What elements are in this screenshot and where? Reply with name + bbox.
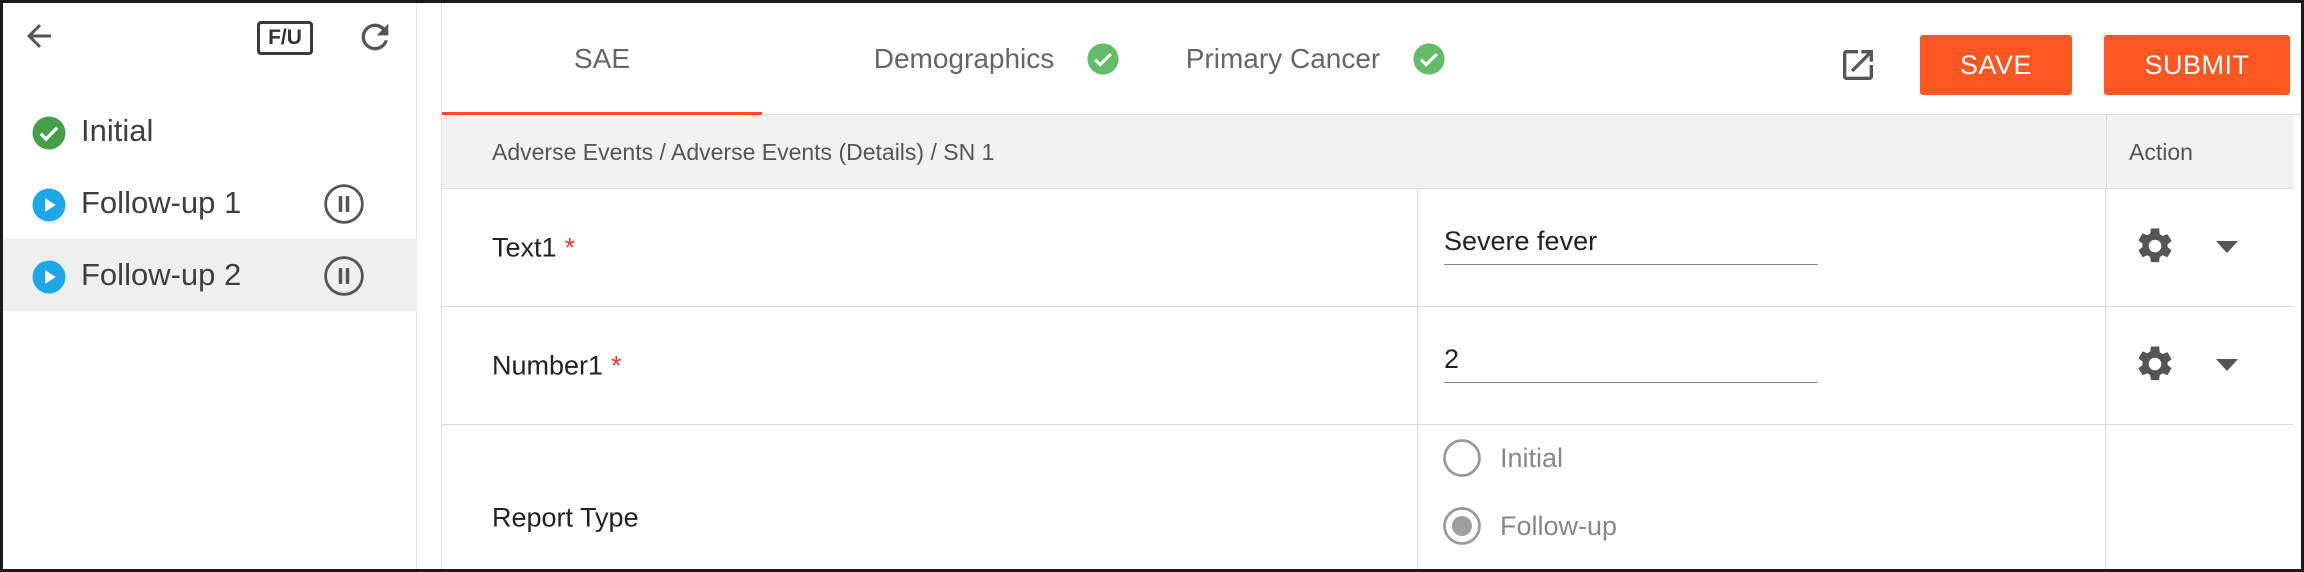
field-label-cell: Number1 * [442,307,1418,424]
field-value-cell: Initial Follow-up [1418,425,2106,569]
table-row: Report Type Initial Follow-up [442,425,2294,569]
tab-demographics[interactable]: Demographics [822,3,1172,115]
field-label: Text1 * [492,232,575,263]
radio-option-initial[interactable]: Initial [1442,437,1563,479]
pause-circle-icon[interactable] [323,183,365,225]
tab-primary-cancer[interactable]: Primary Cancer [1136,3,1496,115]
field-label-cell: Report Type [442,425,1418,569]
sidebar-toolbar: F/U [3,3,417,75]
radio-label: Follow-up [1500,510,1618,541]
tab-sae[interactable]: SAE [442,3,762,116]
check-circle-icon [1087,43,1119,75]
gear-icon[interactable] [2134,343,2176,385]
sidebar-item-follow-up-1[interactable]: Follow-up 1 [3,167,417,239]
radio-checked-icon[interactable] [1442,506,1482,546]
sidebar-item-label: Initial [81,113,154,148]
field-label-text: Number1 [492,350,604,380]
action-column-header: Action [2106,115,2294,189]
play-circle-icon [32,188,66,222]
required-marker: * [564,232,576,262]
sidebar-item-follow-up-2[interactable]: Follow-up 2 [3,239,417,311]
table-row: Number1 * [442,307,2294,425]
text1-input[interactable] [1444,219,1818,265]
sidebar-item-label: Follow-up 2 [81,257,242,292]
main-panel: SAE Demographics Primary Cancer SAVE SUB… [441,3,2301,569]
radio-unchecked-icon[interactable] [1442,438,1482,478]
field-value-cell [1418,189,2106,306]
tab-label: SAE [573,43,631,74]
row-actions [2106,189,2294,306]
save-button[interactable]: SAVE [1920,35,2072,95]
gear-icon[interactable] [2134,225,2176,267]
field-label: Number1 * [492,350,622,381]
field-value-cell [1418,307,2106,424]
tab-label: Demographics [873,43,1055,74]
row-actions [2106,307,2294,424]
caret-down-icon[interactable] [2216,241,2238,253]
tab-label: Primary Cancer [1185,43,1381,74]
caret-down-icon[interactable] [2216,359,2238,371]
field-label-cell: Text1 * [442,189,1418,306]
number1-input[interactable] [1444,337,1818,383]
pause-circle-icon[interactable] [323,255,365,297]
row-actions [2106,425,2294,569]
field-label: Report Type [492,502,639,533]
report-sidebar: F/U Initial Follow-up 1 Follow-up 2 [3,3,417,569]
back-arrow-icon[interactable] [19,18,59,54]
external-link-icon[interactable] [1838,45,1878,85]
sidebar-item-label: Follow-up 1 [81,185,242,220]
tab-bar: SAE Demographics Primary Cancer SAVE SUB… [442,3,2301,116]
play-circle-icon [32,260,66,294]
table-row: Text1 * [442,189,2294,307]
radio-label: Initial [1500,442,1564,473]
check-circle-icon [32,116,66,150]
app-window: F/U Initial Follow-up 1 Follow-up 2 SAE … [0,0,2304,572]
sidebar-item-initial[interactable]: Initial [3,95,417,167]
radio-option-follow-up[interactable]: Follow-up [1442,505,1617,547]
check-circle-icon [1413,43,1445,75]
field-label-text: Text1 [492,232,557,262]
refresh-icon[interactable] [355,17,395,57]
follow-up-button[interactable]: F/U [257,21,313,55]
table-header: Adverse Events / Adverse Events (Details… [442,115,2294,189]
required-marker: * [611,350,622,380]
breadcrumb: Adverse Events / Adverse Events (Details… [492,139,995,165]
submit-button[interactable]: SUBMIT [2104,35,2290,95]
